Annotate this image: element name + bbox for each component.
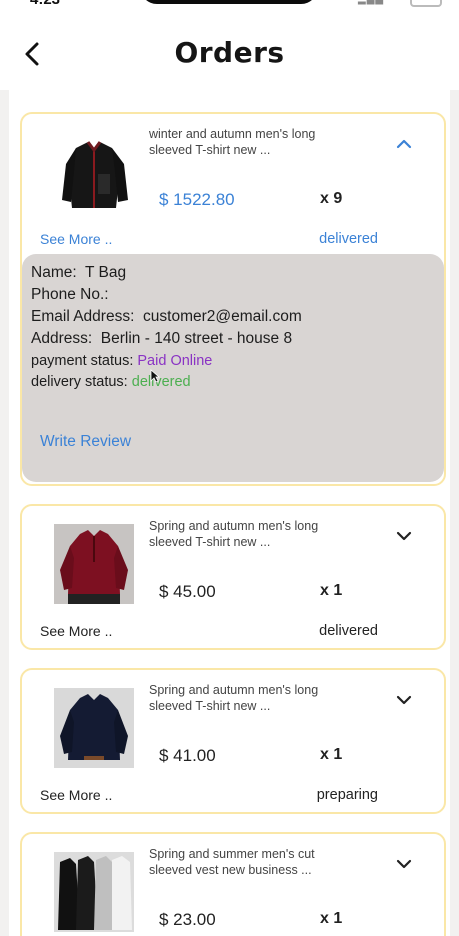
product-image — [54, 524, 134, 604]
shirt-image — [54, 688, 134, 768]
detail-name-row: Name: T Bag — [31, 264, 126, 282]
detail-address-row: Address: Berlin - 140 street - house 8 — [31, 330, 292, 348]
product-name: Spring and autumn men's long sleeved T-s… — [149, 683, 319, 713]
order-card: winter and autumn men's long sleeved T-s… — [20, 112, 446, 486]
see-more-link[interactable]: See More .. — [40, 231, 112, 247]
battery-icon — [410, 0, 442, 7]
name-value: T Bag — [85, 264, 127, 281]
chevron-up-icon — [396, 139, 412, 149]
order-quantity: x 1 — [320, 582, 343, 599]
phone-label: Phone No.: — [31, 286, 109, 303]
name-label: Name: — [31, 264, 77, 281]
detail-payment-row: payment status: Paid Online — [31, 353, 212, 369]
payment-label: payment status: — [31, 353, 134, 369]
expand-toggle[interactable] — [390, 850, 418, 878]
order-card: Spring and autumn men's long sleeved T-s… — [20, 668, 446, 814]
shirt-image — [54, 524, 134, 604]
order-quantity: x 1 — [320, 746, 343, 763]
order-status: preparing — [316, 787, 378, 803]
product-name: Spring and summer men's cut sleeved vest… — [149, 847, 315, 877]
camera-notch — [140, 0, 318, 4]
app-header: Orders — [0, 22, 459, 88]
orders-list[interactable]: winter and autumn men's long sleeved T-s… — [0, 90, 459, 936]
delivery-label: delivery status: — [31, 374, 128, 390]
detail-delivery-row: delivery status: delivered — [31, 374, 191, 390]
order-quantity: x 1 — [320, 910, 343, 927]
email-label: Email Address: — [31, 308, 135, 325]
see-more-link[interactable]: See More .. — [40, 787, 112, 803]
order-card: Spring and autumn men's long sleeved T-s… — [20, 504, 446, 650]
order-status: delivered — [319, 623, 378, 639]
payment-value: Paid Online — [137, 353, 213, 369]
product-image — [54, 688, 134, 768]
address-value: Berlin - 140 street - house 8 — [100, 330, 293, 347]
order-price: $ 1522.80 — [159, 190, 235, 209]
status-time: 4:23 — [30, 0, 60, 8]
product-image — [54, 852, 134, 932]
collapse-toggle[interactable] — [390, 130, 418, 158]
detail-phone-row: Phone No.: — [31, 286, 109, 304]
order-quantity: x 9 — [320, 190, 343, 207]
address-label: Address: — [31, 330, 93, 347]
email-value: customer2@email.com — [143, 308, 302, 325]
product-name: winter and autumn men's long sleeved T-s… — [149, 127, 316, 157]
jacket-image — [62, 141, 128, 208]
order-price: $ 45.00 — [159, 582, 216, 601]
detail-email-row: Email Address: customer2@email.com — [31, 308, 302, 326]
expand-toggle[interactable] — [390, 686, 418, 714]
chevron-down-icon — [396, 531, 412, 541]
product-image — [54, 134, 134, 214]
order-price: $ 41.00 — [159, 746, 216, 765]
orders-list-inner: winter and autumn men's long sleeved T-s… — [9, 90, 450, 936]
vest-image — [54, 852, 134, 932]
order-details-panel: Name: T Bag Phone No.: Email Address: cu… — [22, 254, 444, 482]
status-bar: 4:23 ▂▃▅ — [0, 0, 459, 10]
expand-toggle[interactable] — [390, 522, 418, 550]
see-more-link[interactable]: See More .. — [40, 623, 112, 639]
product-name: Spring and autumn men's long sleeved T-s… — [149, 519, 319, 549]
chevron-down-icon — [396, 695, 412, 705]
page-title: Orders — [174, 36, 285, 69]
chevron-down-icon — [396, 859, 412, 869]
signal-icon: ▂▃▅ — [358, 0, 384, 5]
order-price: $ 23.00 — [159, 910, 216, 929]
delivery-value: delivered — [131, 374, 191, 390]
order-status: delivered — [319, 231, 378, 247]
write-review-button[interactable]: Write Review — [40, 433, 131, 451]
mouse-pointer-icon — [150, 369, 160, 383]
order-card: Spring and summer men's cut sleeved vest… — [20, 832, 446, 936]
